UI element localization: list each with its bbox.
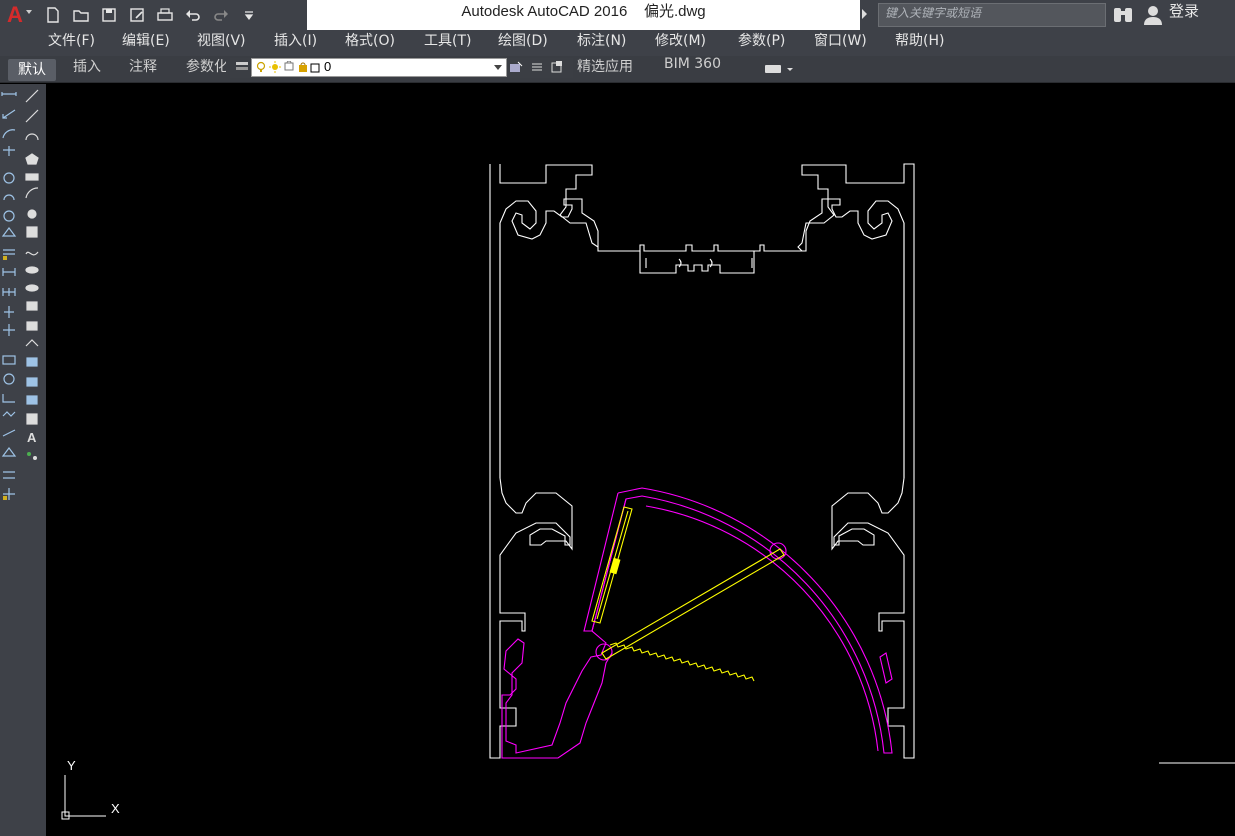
open-icon[interactable]	[70, 4, 92, 26]
svg-text:A: A	[27, 430, 37, 445]
search-input[interactable]: 键入关键字或短语	[878, 3, 1106, 27]
layer-properties-icon[interactable]	[235, 60, 249, 74]
tab-default[interactable]: 默认	[8, 59, 56, 81]
menu-edit[interactable]: 编辑(E)	[122, 30, 170, 50]
menu-insert[interactable]: 插入(I)	[274, 30, 317, 50]
menu-parametric[interactable]: 参数(P)	[738, 30, 785, 50]
print-icon[interactable]	[154, 4, 176, 26]
saveas-icon[interactable]	[126, 4, 148, 26]
menu-view[interactable]: 视图(V)	[197, 30, 246, 50]
more-icon[interactable]	[238, 4, 260, 26]
menu-draw[interactable]: 绘图(D)	[498, 30, 548, 50]
menu-dimension[interactable]: 标注(N)	[577, 30, 626, 50]
search-placeholder: 键入关键字或短语	[885, 6, 982, 20]
ucs-y-label: Y	[67, 758, 76, 773]
tab-annotate[interactable]: 注释	[129, 56, 157, 76]
menu-bar: 文件(F) 编辑(E) 视图(V) 插入(I) 格式(O) 工具(T) 绘图(D…	[0, 30, 1235, 56]
binoculars-icon[interactable]	[1112, 5, 1134, 25]
left-toolbars: A	[0, 84, 46, 836]
menu-tools[interactable]: 工具(T)	[424, 30, 471, 50]
optic-parts	[591, 506, 785, 682]
menu-help[interactable]: 帮助(H)	[895, 30, 944, 50]
tab-insert[interactable]: 插入	[73, 56, 101, 76]
title-bar: A Autodesk AutoCAD 2016 偏光.dwg 键入关键字或短语 …	[0, 0, 1235, 30]
window-title-area: Autodesk AutoCAD 2016 偏光.dwg	[307, 0, 860, 30]
menu-window[interactable]: 窗口(W)	[814, 30, 867, 50]
login-link[interactable]: 登录	[1169, 0, 1199, 21]
tab-bim360[interactable]: BIM 360	[664, 56, 721, 72]
toolbar-icons: A	[1, 89, 39, 500]
chevron-down-icon[interactable]	[494, 65, 502, 70]
housing-outline	[501, 487, 893, 759]
drawing-canvas[interactable]: Y X	[46, 83, 1235, 836]
user-icon[interactable]	[1143, 4, 1163, 26]
app-menu-caret-icon[interactable]	[26, 10, 32, 14]
layer-state-icons	[256, 61, 320, 73]
quick-access-toolbar	[42, 4, 260, 26]
make-current-layer-icon[interactable]	[509, 60, 523, 74]
tab-parametric[interactable]: 参数化	[186, 56, 226, 76]
profile-outline	[489, 163, 915, 759]
ucs-x-label: X	[111, 801, 120, 816]
menu-file[interactable]: 文件(F)	[48, 30, 95, 50]
tab-featured-apps[interactable]: 精选应用	[577, 56, 633, 76]
layer-previous-icon[interactable]	[530, 60, 544, 74]
redo-icon[interactable]	[210, 4, 232, 26]
ucs-icon	[61, 775, 106, 820]
new-icon[interactable]	[42, 4, 64, 26]
menu-modify[interactable]: 修改(M)	[655, 30, 706, 50]
window-title: Autodesk AutoCAD 2016 偏光.dwg	[461, 3, 706, 20]
undo-icon[interactable]	[182, 4, 204, 26]
current-layer-name: 0	[324, 59, 332, 74]
ribbon-state-icon[interactable]	[765, 64, 795, 76]
layer-dropdown[interactable]: 0	[251, 58, 507, 77]
ribbon-tabs: 默认 插入 注释 参数化 精选应用 BIM 360	[0, 56, 1235, 83]
search-expand-icon[interactable]	[862, 9, 867, 19]
menu-format[interactable]: 格式(O)	[345, 30, 395, 50]
drawing-geometry: Y X	[61, 163, 1235, 820]
save-icon[interactable]	[98, 4, 120, 26]
layer-match-icon[interactable]	[550, 60, 564, 74]
autocad-logo-icon[interactable]: A	[3, 3, 27, 27]
